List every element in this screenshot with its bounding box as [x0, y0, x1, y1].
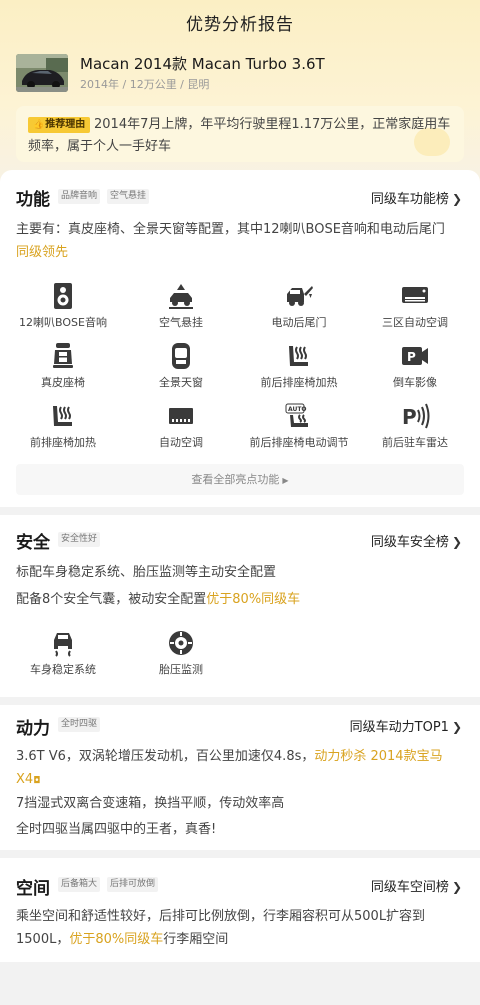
feature-label: 真皮座椅: [41, 376, 85, 389]
power-rank-link[interactable]: 同级车动力TOP1 ❯: [350, 716, 462, 735]
view-all-features-button[interactable]: 查看全部亮点功能 ▶: [16, 464, 464, 495]
feature-parking-radar[interactable]: P 前后驻车雷达: [360, 402, 470, 450]
svg-text:P: P: [402, 405, 417, 429]
esp-icon: [54, 633, 72, 657]
feature-label: 前后排座椅加热: [260, 376, 338, 389]
feature-label: 前排座椅加热: [30, 436, 96, 449]
function-tag-1: 品牌音响: [58, 189, 101, 204]
safety-rank-label: 同级车安全榜: [370, 535, 449, 550]
feature-label: 自动空调: [159, 436, 203, 449]
recommend-reason-badge-label: 推荐理由: [45, 119, 86, 130]
feature-tri-zone-ac[interactable]: 三区自动空调: [360, 282, 470, 330]
recommend-reason-badge: 👍推荐理由: [28, 117, 91, 133]
function-desc-highlight: 同级领先: [16, 245, 69, 260]
svg-text:P: P: [407, 350, 416, 364]
page-title: 优势分析报告: [186, 15, 294, 35]
feature-label: 胎压监测: [159, 663, 203, 676]
power-rank-label: 同级车动力TOP1: [349, 720, 449, 735]
safety-card: 安全 安全性好 同级车安全榜 ❯ 标配车身稳定系统、胎压监测等主动安全配置 配备8…: [0, 515, 480, 697]
feature-auto-ac[interactable]: 自动空调: [126, 402, 236, 450]
space-card: 空间 后备箱大 后排可放倒 同级车空间榜 ❯ 乘坐空间和舒适性较好，后排可比例放倒…: [0, 858, 480, 962]
function-title: 功能: [16, 190, 50, 210]
ac-unit-icon: [402, 287, 428, 303]
safety-line-2: 配备8个安全气囊，被动安全配置优于80%同级车: [16, 588, 464, 611]
seat-heat-icon: [289, 346, 308, 366]
thumbs-up-icon: 👍: [33, 120, 45, 130]
sunroof-icon: [172, 343, 190, 369]
feature-label: 前后驻车雷达: [382, 436, 448, 449]
space-title: 空间: [16, 879, 50, 899]
feature-sunroof[interactable]: 全景天窗: [126, 342, 236, 390]
power-line-1-text: 3.6T V6，双涡轮增压发动机，百公里加速仅4.8s，: [16, 749, 315, 764]
power-tag-1: 全时四驱: [58, 717, 101, 732]
space-highlight: 优于80%同级车: [69, 932, 164, 947]
feature-label: 空气悬挂: [159, 316, 203, 329]
feature-tire-pressure[interactable]: 胎压监测: [126, 629, 236, 677]
car-name: Macan 2014款 Macan Turbo 3.6T: [80, 55, 325, 73]
feature-label: 前后排座椅电动调节: [249, 436, 349, 449]
car-thumbnail[interactable]: [16, 54, 68, 92]
front-seat-heat-icon: [53, 406, 72, 426]
feature-label: 倒车影像: [393, 376, 437, 389]
chevron-right-icon: ❯: [451, 192, 462, 206]
feature-speaker[interactable]: 12喇叭BOSE音响: [8, 282, 118, 330]
function-desc-text: 主要有：真皮座椅、全景天窗等配置，其中12喇叭BOSE音响和电动后尾门: [16, 222, 445, 237]
safety-line-1: 标配车身稳定系统、胎压监测等主动安全配置: [16, 565, 277, 580]
tire-pressure-icon: [169, 631, 193, 655]
feature-leather-seat[interactable]: 真皮座椅: [8, 342, 118, 390]
chevron-right-icon: ❯: [451, 535, 462, 549]
svg-text:AUTO: AUTO: [288, 406, 307, 413]
safety-rank-link[interactable]: 同级车安全榜 ❯: [371, 531, 462, 550]
power-title: 动力: [16, 719, 50, 739]
safety-title: 安全: [16, 533, 50, 553]
feature-air-suspension[interactable]: 空气悬挂: [126, 282, 236, 330]
recommend-reason-box: 2014年7月上牌，年平均行驶里程1.17万公里，正常家庭用车频率，属于个人一手…: [16, 106, 464, 162]
safety-highlight: 优于80%同级车: [206, 592, 301, 607]
air-suspension-icon: [169, 284, 193, 309]
space-tag-2: 后排可放倒: [107, 877, 159, 892]
parking-radar-icon: P: [402, 403, 430, 429]
function-rank-label: 同级车功能榜: [370, 192, 449, 207]
small-chevron-icon: ◘: [33, 776, 41, 786]
feature-label: 电动后尾门: [271, 316, 327, 329]
power-card: 动力 全时四驱 同级车动力TOP1 ❯ 3.6T V6，双涡轮增压发动机，百公里加…: [0, 705, 480, 850]
feature-power-seat[interactable]: AUTO 前后排座椅电动调节: [244, 402, 354, 450]
power-tailgate-icon: [287, 286, 313, 306]
auto-ac-icon: [169, 408, 193, 424]
feature-label: 全景天窗: [159, 376, 203, 389]
power-line-1: 3.6T V6，双涡轮增压发动机，百公里加速仅4.8s，动力秒杀 2014款宝马…: [16, 745, 464, 793]
triangle-right-icon: ▶: [282, 476, 289, 485]
chevron-right-icon: ❯: [451, 720, 462, 734]
safety-tag-1: 安全性好: [58, 532, 101, 547]
function-rank-link[interactable]: 同级车功能榜 ❯: [371, 188, 462, 207]
recommend-reason-text: 2014年7月上牌，年平均行驶里程1.17万公里，正常家庭用车频率，属于个人一手…: [28, 117, 451, 154]
space-line-1: 乘坐空间和舒适性较好，后排可比例放倒，行李厢容积可从500L扩容到1500L，优…: [16, 905, 464, 951]
feature-label: 三区自动空调: [382, 316, 448, 329]
reverse-camera-icon: P: [402, 347, 428, 365]
space-rank-label: 同级车空间榜: [370, 880, 449, 895]
feature-esp[interactable]: 车身稳定系统: [8, 629, 118, 677]
power-line-3: 全时四驱当属四驱中的王者，真香!: [16, 822, 217, 837]
feature-label: 车身稳定系统: [30, 663, 96, 676]
space-rank-link[interactable]: 同级车空间榜 ❯: [371, 876, 462, 895]
feature-front-seat-heating[interactable]: 前排座椅加热: [8, 402, 118, 450]
function-desc: 主要有：真皮座椅、全景天窗等配置，其中12喇叭BOSE音响和电动后尾门 同级领先: [16, 218, 464, 264]
feature-label: 12喇叭BOSE音响: [19, 316, 107, 329]
leather-seat-icon: [53, 343, 73, 368]
space-line-1-tail: 行李厢空间: [163, 932, 229, 947]
power-line-2: 7挡湿式双离合变速箱，换挡平顺，传动效率高: [16, 796, 285, 811]
car-meta: 2014年 / 12万公里 / 昆明: [80, 78, 210, 91]
feature-reverse-camera[interactable]: P 倒车影像: [360, 342, 470, 390]
safety-line-2-text: 配备8个安全气囊，被动安全配置: [16, 592, 207, 607]
speaker-icon: [54, 283, 72, 309]
function-tag-2: 空气悬挂: [107, 189, 150, 204]
feature-tailgate[interactable]: 电动后尾门: [244, 282, 354, 330]
seat-auto-icon: AUTO: [285, 403, 308, 427]
function-card: 功能 品牌音响 空气悬挂 同级车功能榜 ❯ 主要有：真皮座椅、全景天窗等配置，其中…: [0, 170, 480, 507]
feature-seat-heating[interactable]: 前后排座椅加热: [244, 342, 354, 390]
space-tag-1: 后备箱大: [58, 877, 101, 892]
view-all-features-label: 查看全部亮点功能: [191, 473, 280, 486]
chevron-right-icon: ❯: [451, 880, 462, 894]
